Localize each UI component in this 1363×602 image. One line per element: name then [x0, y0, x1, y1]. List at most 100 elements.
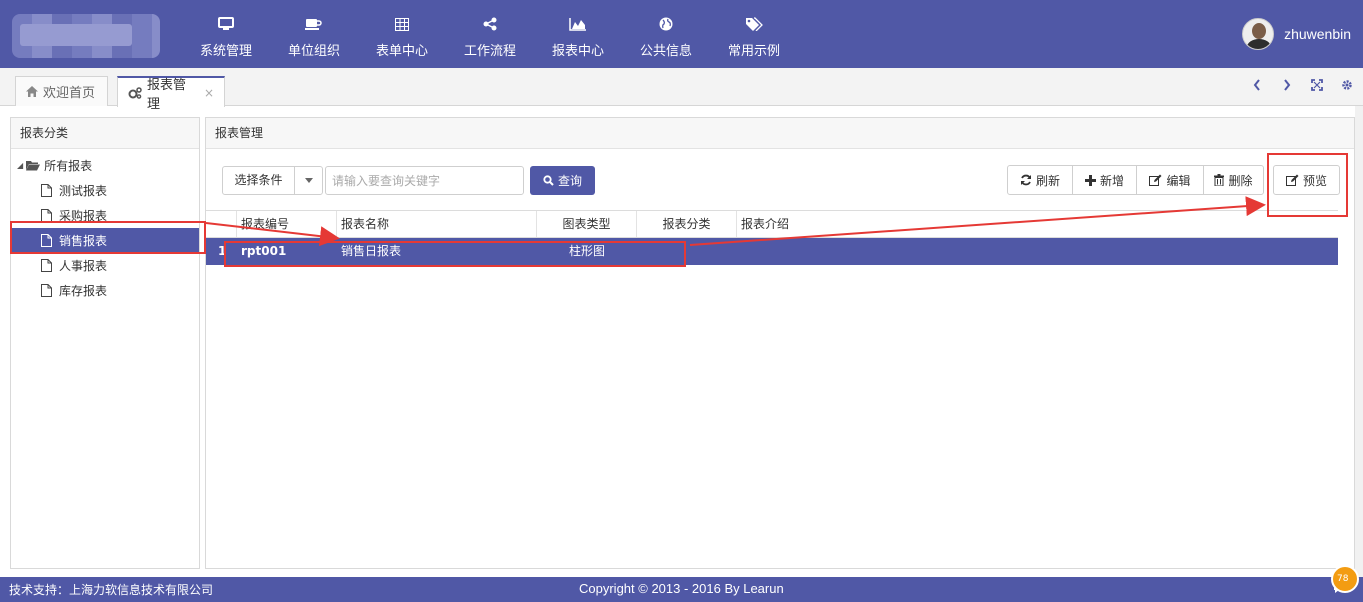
report-category-panel: 报表分类 ◢ 所有报表 测试报表 采购报表 销售报表 人事报表 库存报表 — [10, 117, 200, 569]
nav-item-organization[interactable]: 单位组织 — [270, 0, 358, 68]
nav-item-label: 公共信息 — [639, 44, 692, 59]
tree-item-purchase[interactable]: 采购报表 — [11, 203, 199, 228]
monitor-icon — [218, 15, 234, 33]
tags-icon — [745, 15, 763, 33]
query-label: 查询 — [557, 174, 582, 188]
tree-item-inventory[interactable]: 库存报表 — [11, 278, 199, 303]
notification-badge[interactable]: 78 — [1331, 565, 1359, 593]
footer-copyright: Copyright © 2013 - 2016 By Learun — [579, 581, 784, 596]
file-icon — [41, 184, 52, 197]
tab-close-icon[interactable]: × — [204, 86, 214, 100]
nav-item-forms[interactable]: 表单中心 — [358, 0, 446, 68]
grid-header: 报表编号 报表名称 图表类型 报表分类 报表介绍 — [206, 210, 1338, 238]
top-nav-bar: 系统管理 单位组织 表单中心 工作流程 报表中心 公共信息 常用示例 zhuwe… — [0, 0, 1363, 68]
action-button-group: 刷新 新增 编辑 删除 — [1007, 165, 1264, 195]
tree-root[interactable]: ◢ 所有报表 — [11, 153, 199, 178]
tree-item-test[interactable]: 测试报表 — [11, 178, 199, 203]
trash-icon — [1214, 174, 1225, 186]
tab-label: 欢迎首页 — [43, 86, 96, 101]
delete-label: 删除 — [1228, 173, 1253, 188]
file-icon — [41, 284, 52, 297]
report-management-panel: 报表管理 选择条件 查询 刷新 新增 编辑 删 — [205, 117, 1355, 569]
column-header-intro[interactable]: 报表介绍 — [737, 211, 1338, 237]
column-header-code[interactable]: 报表编号 — [237, 211, 337, 237]
refresh-icon — [1020, 174, 1032, 186]
toolbar: 选择条件 查询 刷新 新增 编辑 删除 — [206, 150, 1354, 210]
cell-name: 销售日报表 — [341, 244, 402, 258]
fullscreen-icon[interactable] — [1311, 78, 1323, 92]
nav-item-label: 报表中心 — [551, 44, 604, 59]
cell-intro — [737, 238, 1338, 265]
username: zhuwenbin — [1284, 26, 1351, 42]
tree-item-hr[interactable]: 人事报表 — [11, 253, 199, 278]
table-row[interactable]: 1 rpt001 销售日报表 柱形图 — [206, 238, 1338, 265]
nav-item-reports[interactable]: 报表中心 — [534, 0, 622, 68]
preview-button[interactable]: 预览 — [1273, 165, 1340, 195]
caret-down-icon[interactable] — [295, 167, 322, 194]
footer-support: 技术支持：上海力软信息技术有限公司 — [9, 583, 214, 597]
cell-chart-type: 柱形图 — [568, 244, 605, 258]
edit-icon — [1149, 174, 1162, 186]
row-number: 1 — [218, 244, 227, 258]
edit-label: 编辑 — [1166, 173, 1191, 188]
panel-title: 报表分类 — [11, 118, 199, 149]
share-icon — [483, 15, 497, 33]
column-header-name[interactable]: 报表名称 — [337, 211, 537, 237]
condition-dropdown[interactable]: 选择条件 — [222, 166, 323, 195]
refresh-label: 刷新 — [1035, 173, 1060, 188]
edit-button[interactable]: 编辑 — [1137, 166, 1204, 194]
report-grid: 报表编号 报表名称 图表类型 报表分类 报表介绍 1 rpt001 销售日报表 … — [206, 210, 1338, 265]
column-header-category[interactable]: 报表分类 — [637, 211, 737, 237]
tree-item-label: 库存报表 — [59, 284, 108, 298]
scroll-left-icon[interactable] — [1251, 78, 1263, 92]
delete-button[interactable]: 删除 — [1204, 166, 1263, 194]
tab-welcome[interactable]: 欢迎首页 — [15, 76, 108, 106]
chat-icon[interactable]: 78 — [1331, 565, 1359, 597]
nav-item-system[interactable]: 系统管理 — [182, 0, 270, 68]
main-nav: 系统管理 单位组织 表单中心 工作流程 报表中心 公共信息 常用示例 — [182, 0, 798, 68]
cell-category — [637, 238, 737, 265]
nav-item-public-info[interactable]: 公共信息 — [622, 0, 710, 68]
category-tree: ◢ 所有报表 测试报表 采购报表 销售报表 人事报表 库存报表 — [11, 149, 199, 303]
keyword-input[interactable] — [325, 166, 524, 195]
tree-item-label: 人事报表 — [59, 259, 108, 273]
add-label: 新增 — [1099, 173, 1124, 188]
gear-icon[interactable] — [1341, 78, 1353, 92]
app-logo[interactable] — [12, 14, 160, 58]
home-icon — [26, 86, 38, 97]
edit-icon — [1285, 174, 1299, 186]
globe-icon — [659, 15, 673, 33]
condition-label: 选择条件 — [223, 167, 295, 194]
query-button[interactable]: 查询 — [530, 166, 595, 195]
preview-label: 预览 — [1302, 173, 1327, 188]
panel-title: 报表管理 — [206, 118, 1354, 149]
scroll-right-icon[interactable] — [1281, 78, 1293, 92]
area-chart-icon — [569, 15, 587, 33]
folder-open-icon — [26, 160, 41, 171]
search-icon — [543, 175, 554, 186]
tab-report-management[interactable]: 报表管理 × — [117, 76, 225, 112]
tab-bar: 欢迎首页 报表管理 × — [0, 68, 1363, 112]
coffee-icon — [305, 15, 323, 33]
caret-down-icon[interactable]: ◢ — [17, 161, 23, 170]
tree-item-label: 销售报表 — [59, 234, 108, 248]
tree-item-label: 采购报表 — [59, 209, 108, 223]
plus-icon — [1084, 174, 1096, 186]
nav-item-label: 系统管理 — [199, 44, 252, 59]
refresh-button[interactable]: 刷新 — [1008, 166, 1073, 194]
page-scrollbar[interactable] — [1355, 68, 1363, 577]
nav-item-examples[interactable]: 常用示例 — [710, 0, 798, 68]
nav-item-label: 常用示例 — [727, 44, 780, 59]
nav-item-label: 表单中心 — [375, 44, 428, 59]
column-header-chart-type[interactable]: 图表类型 — [537, 211, 637, 237]
nav-item-label: 工作流程 — [463, 44, 516, 59]
file-icon — [41, 209, 52, 222]
user-menu[interactable]: zhuwenbin — [1242, 18, 1351, 50]
add-button[interactable]: 新增 — [1073, 166, 1137, 194]
tree-root-label: 所有报表 — [44, 159, 93, 173]
grid-header-rownum — [206, 211, 237, 237]
nav-item-workflow[interactable]: 工作流程 — [446, 0, 534, 68]
tree-item-sales[interactable]: 销售报表 — [11, 228, 199, 253]
tab-tools — [1251, 78, 1353, 92]
file-icon — [41, 234, 52, 247]
